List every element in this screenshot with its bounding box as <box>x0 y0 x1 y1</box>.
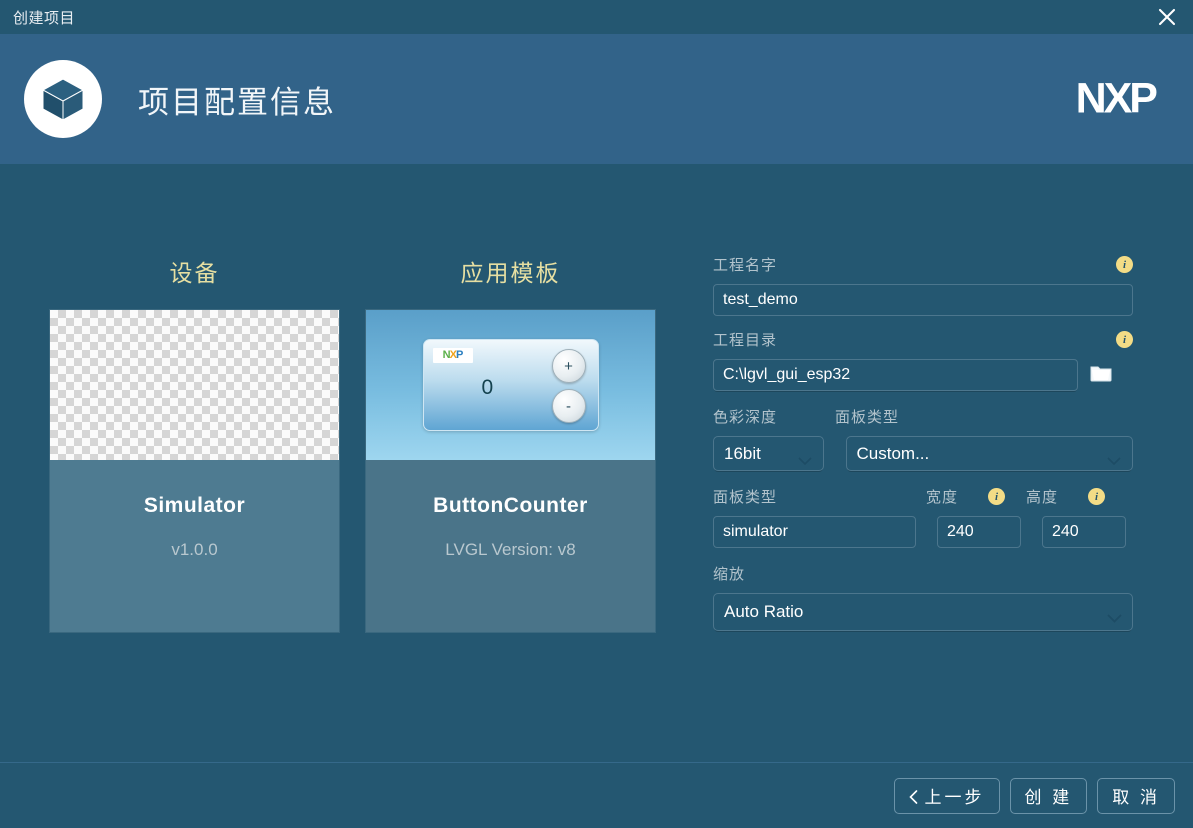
cube-icon <box>24 60 102 138</box>
template-card[interactable]: NXP 0 + - ButtonCounter LVGL Version: v8 <box>366 310 655 632</box>
cancel-button[interactable]: 取 消 <box>1097 777 1175 814</box>
header-banner: 项目配置信息 NXP <box>0 34 1193 164</box>
transparent-checkerboard-icon <box>50 310 339 460</box>
width-input[interactable] <box>937 516 1021 548</box>
color-depth-select[interactable]: 16bit <box>713 436 824 471</box>
template-name: ButtonCounter <box>433 494 588 517</box>
preview-screen: NXP 0 + - <box>422 339 599 431</box>
height-input[interactable] <box>1042 516 1126 548</box>
previous-button[interactable]: 上一步 <box>893 777 1000 814</box>
color-depth-value: 16bit <box>724 443 761 463</box>
project-config-form: 工程名字 i 工程目录 i 色彩深度 面板类型 <box>713 254 1133 631</box>
browse-folder-button[interactable] <box>1084 359 1118 391</box>
scale-select[interactable]: Auto Ratio <box>713 593 1133 631</box>
close-icon <box>1157 7 1177 27</box>
device-thumbnail <box>50 310 339 460</box>
chevron-down-icon-color-depth <box>797 450 812 465</box>
card-column-device: 设备 Simulator v1.0.0 <box>50 254 339 632</box>
dialog-body: 设备 Simulator v1.0.0 应用模板 N X P 0 + - But… <box>0 164 1193 762</box>
label-height: 高度 <box>1026 489 1059 506</box>
dialog-footer: 上一步 创 建 取 消 <box>0 762 1193 828</box>
page-title: 项目配置信息 <box>138 84 336 120</box>
preview-counter-value: 0 <box>481 376 494 399</box>
label-width: 宽度 <box>926 489 959 506</box>
info-icon-project-name[interactable]: i <box>1116 256 1133 273</box>
label-project-name: 工程名字 <box>713 257 778 274</box>
folder-icon <box>1089 363 1113 388</box>
device-version: v1.0.0 <box>171 540 218 559</box>
project-dir-input[interactable] <box>713 359 1078 391</box>
chevron-down-icon-scale <box>1107 608 1122 623</box>
device-name: Simulator <box>143 494 246 517</box>
label-panel-type-text: 面板类型 <box>713 489 778 506</box>
info-icon-width[interactable]: i <box>988 488 1005 505</box>
device-card-body: Simulator v1.0.0 <box>50 460 339 632</box>
button-counter-preview: NXP 0 + - <box>366 310 655 460</box>
label-panel-type-select: 面板类型 <box>835 409 900 426</box>
card-title-template: 应用模板 <box>460 260 561 286</box>
create-button[interactable]: 创 建 <box>1009 777 1088 814</box>
scale-value: Auto Ratio <box>724 602 804 621</box>
template-version: LVGL Version: v8 <box>445 540 576 559</box>
preview-plus-button: + <box>551 349 586 383</box>
window-titlebar: 创建项目 <box>0 0 1193 34</box>
nxp-logo: NXP <box>1075 74 1158 123</box>
label-color-depth: 色彩深度 <box>713 409 778 426</box>
chevron-left-icon <box>908 789 918 804</box>
create-button-label: 创 建 <box>1024 788 1073 807</box>
selection-cards: 设备 Simulator v1.0.0 应用模板 N X P 0 + - But… <box>50 254 655 632</box>
label-project-dir: 工程目录 <box>713 332 778 349</box>
preview-nxp-logo: NXP <box>432 348 473 363</box>
card-column-template: 应用模板 NXP 0 + - ButtonCounter LVGL Versio… <box>366 254 655 632</box>
template-thumbnail: NXP 0 + - <box>366 310 655 460</box>
window-title: 创建项目 <box>13 9 76 27</box>
panel-type-select-value: Custom... <box>856 443 930 463</box>
panel-type-select[interactable]: Custom... <box>845 436 1133 471</box>
project-name-input[interactable] <box>713 284 1133 316</box>
label-scale: 缩放 <box>713 566 746 583</box>
info-icon-project-dir[interactable]: i <box>1116 331 1133 348</box>
chevron-down-icon-panel-type <box>1107 450 1121 465</box>
previous-button-label: 上一步 <box>924 788 985 807</box>
info-icon-height[interactable]: i <box>1088 488 1105 505</box>
card-title-device: 设备 <box>169 260 220 286</box>
panel-type-input[interactable] <box>713 516 916 548</box>
cancel-button-label: 取 消 <box>1112 788 1160 807</box>
close-button[interactable] <box>1141 0 1193 34</box>
preview-minus-button: - <box>551 389 586 423</box>
device-card[interactable]: Simulator v1.0.0 <box>50 310 339 632</box>
template-card-body: ButtonCounter LVGL Version: v8 <box>366 460 655 632</box>
